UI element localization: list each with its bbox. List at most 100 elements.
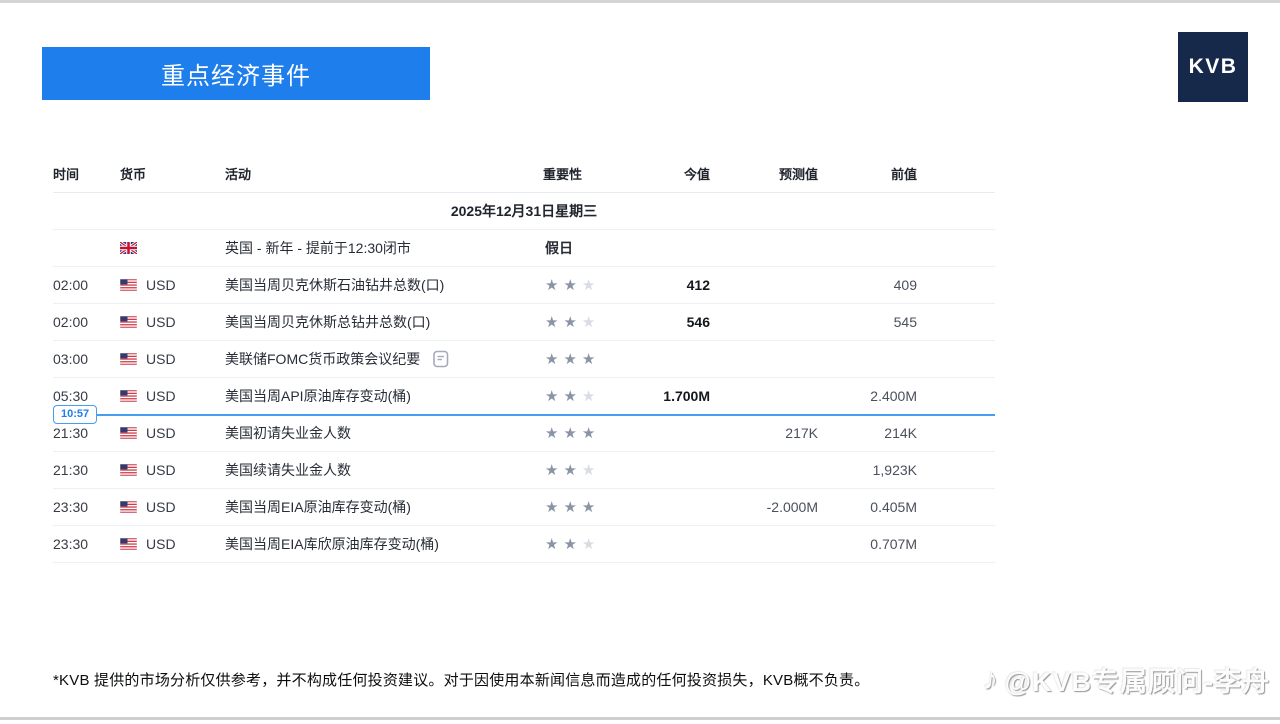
activity-label: 美国当周EIA库欣原油库存变动(桶) xyxy=(225,534,439,554)
star-icon: ★ xyxy=(545,536,558,553)
star-icon: ★ xyxy=(545,351,558,368)
event-previous-value: 214K xyxy=(818,425,917,441)
star-icon: ★ xyxy=(582,351,595,368)
event-activity: 美国当周贝克休斯石油钻井总数(口) xyxy=(225,275,543,295)
event-activity: 英国 - 新年 - 提前于12:30闭市 xyxy=(225,238,543,258)
table-row[interactable]: 21:30USD美国续请失业金人数★★★1,923K xyxy=(53,452,995,489)
table-row[interactable]: 03:00USD美联储FOMC货币政策会议纪要★★★ xyxy=(53,341,995,378)
star-icon: ★ xyxy=(582,462,595,479)
us-flag-icon xyxy=(120,353,137,365)
column-header-activity: 活动 xyxy=(225,164,543,183)
us-flag-icon xyxy=(120,538,137,550)
activity-label: 美国当周EIA原油库存变动(桶) xyxy=(225,497,411,517)
event-currency: USD xyxy=(120,499,225,515)
table-row[interactable]: 23:30USD美国当周EIA原油库存变动(桶)★★★-2.000M0.405M xyxy=(53,489,995,526)
star-icon: ★ xyxy=(582,277,595,294)
event-importance: ★★★ xyxy=(543,498,613,516)
event-previous-value: 2.400M xyxy=(818,388,917,404)
event-importance: ★★★ xyxy=(543,535,613,553)
column-header-actual: 今值 xyxy=(613,164,710,183)
us-flag-icon xyxy=(120,279,137,291)
us-flag-icon xyxy=(120,390,137,402)
event-previous-value: 1,923K xyxy=(818,462,917,478)
event-previous-value: 545 xyxy=(818,314,917,330)
meeting-minutes-document-icon[interactable] xyxy=(433,350,449,368)
star-icon: ★ xyxy=(563,277,576,294)
us-flag-icon xyxy=(120,464,137,476)
kvb-logo: KVB xyxy=(1178,32,1248,102)
currency-code: USD xyxy=(146,314,176,330)
table-header-row: 时间 货币 活动 重要性 今值 预测值 前值 xyxy=(53,155,995,193)
currency-code: USD xyxy=(146,536,176,552)
event-currency: USD xyxy=(120,536,225,552)
event-actual-value: 412 xyxy=(613,277,710,293)
event-time: 02:00 xyxy=(53,277,120,293)
event-time: 02:00 xyxy=(53,314,120,330)
event-actual-value: 546 xyxy=(613,314,710,330)
event-importance: ★ ★ ★ xyxy=(543,276,613,294)
date-group-header: 2025年12月31日星期三 xyxy=(53,193,995,230)
star-icon: ★ xyxy=(582,388,595,405)
uk-flag-icon xyxy=(120,242,137,254)
event-currency: USD xyxy=(120,388,225,404)
column-header-importance: 重要性 xyxy=(543,164,613,183)
event-activity: 美国当周API原油库存变动(桶) xyxy=(225,386,543,406)
us-flag-icon xyxy=(120,427,137,439)
star-icon: ★ xyxy=(545,462,558,479)
table-row[interactable]: 21:30USD美国初请失业金人数★★★217K214K xyxy=(53,415,995,452)
page-top-border xyxy=(0,0,1280,3)
event-activity: 美国当周EIA原油库存变动(桶) xyxy=(225,497,543,517)
economic-calendar-table: 时间 货币 活动 重要性 今值 预测值 前值 2025年12月31日星期三 英国… xyxy=(53,155,995,563)
event-forecast-value: -2.000M xyxy=(710,499,818,515)
event-activity: 美国当周EIA库欣原油库存变动(桶) xyxy=(225,534,543,554)
event-activity: 美国续请失业金人数 xyxy=(225,460,543,480)
activity-label: 美国续请失业金人数 xyxy=(225,460,351,480)
event-currency: USD xyxy=(120,314,225,330)
star-icon: ★ xyxy=(563,425,576,442)
us-flag-icon xyxy=(120,316,137,328)
table-row[interactable]: 英国 - 新年 - 提前于12:30闭市 假日 xyxy=(53,230,995,267)
star-icon: ★ xyxy=(545,277,558,294)
activity-label: 美国初请失业金人数 xyxy=(225,423,351,443)
music-note-logo-icon: ♪ xyxy=(981,663,1001,697)
activity-label: 美国当周贝克休斯总钻井总数(口) xyxy=(225,312,430,332)
star-icon: ★ xyxy=(563,536,576,553)
activity-label: 美国当周贝克休斯石油钻井总数(口) xyxy=(225,275,444,295)
table-row[interactable]: 05:30USD美国当周API原油库存变动(桶)★★★1.700M2.400M xyxy=(53,378,995,415)
star-icon: ★ xyxy=(582,425,595,442)
star-icon: ★ xyxy=(563,499,576,516)
watermark-text: @KVB专属顾问-李舟 xyxy=(1005,660,1270,699)
disclaimer-text: *KVB 提供的市场分析仅供参考，并不构成任何投资建议。对于因使用本新闻信息而造… xyxy=(53,669,953,690)
event-activity: 美国当周贝克休斯总钻井总数(口) xyxy=(225,312,543,332)
event-currency xyxy=(120,242,225,254)
event-time: 23:30 xyxy=(53,499,120,515)
event-previous-value: 0.405M xyxy=(818,499,917,515)
currency-code: USD xyxy=(146,388,176,404)
event-currency: USD xyxy=(120,351,225,367)
star-icon: ★ xyxy=(582,499,595,516)
event-importance: ★ ★ ★ xyxy=(543,424,613,442)
us-flag-icon xyxy=(120,501,137,513)
table-row[interactable]: 02:00USD美国当周贝克休斯总钻井总数(口)★★★546545 xyxy=(53,304,995,341)
activity-label: 美联储FOMC货币政策会议纪要 xyxy=(225,349,420,369)
holiday-label: 假日 xyxy=(545,240,573,256)
event-currency: USD xyxy=(120,277,225,293)
event-importance: ★★★ xyxy=(543,387,613,405)
event-currency: USD xyxy=(120,462,225,478)
event-previous-value: 409 xyxy=(818,277,917,293)
activity-label: 英国 - 新年 - 提前于12:30闭市 xyxy=(225,238,411,258)
key-economic-events-button[interactable]: 重点经济事件 xyxy=(42,47,430,100)
table-body: 英国 - 新年 - 提前于12:30闭市假日02:00USD美国当周贝克休斯石油… xyxy=(53,230,995,563)
star-icon: ★ xyxy=(545,314,558,331)
page-bottom-border xyxy=(0,717,1280,720)
event-activity: 美国初请失业金人数 xyxy=(225,423,543,443)
currency-code: USD xyxy=(146,351,176,367)
watermark: ♪ @KVB专属顾问-李舟 xyxy=(983,660,1270,699)
table-row[interactable]: 23:30USD美国当周EIA库欣原油库存变动(桶)★★★0.707M xyxy=(53,526,995,563)
current-time-badge: 10:57 xyxy=(53,405,97,424)
event-importance: ★ ★ ★ xyxy=(543,461,613,479)
star-icon: ★ xyxy=(563,462,576,479)
event-importance: ★★★ xyxy=(543,350,613,368)
star-icon: ★ xyxy=(545,425,558,442)
table-row[interactable]: 02:00USD美国当周贝克休斯石油钻井总数(口) ★ ★ ★ 412 409 xyxy=(53,267,995,304)
